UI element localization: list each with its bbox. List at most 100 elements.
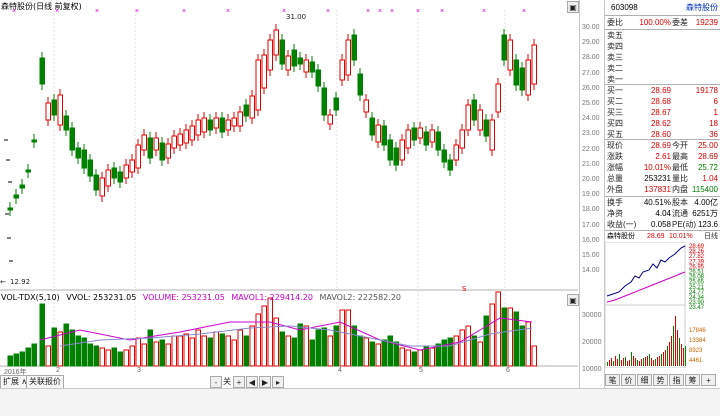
candle[interactable]: [231, 117, 237, 127]
event-x-marker[interactable]: ×: [135, 8, 139, 15]
candle[interactable]: [435, 131, 441, 151]
candle[interactable]: [57, 94, 63, 126]
candle[interactable]: [357, 73, 363, 96]
candle[interactable]: [369, 117, 375, 136]
right-tab-0[interactable]: 笔: [605, 374, 620, 386]
candle[interactable]: [441, 149, 447, 163]
candle[interactable]: [447, 159, 453, 171]
buy-row[interactable]: 买三 28.67 1: [607, 107, 718, 118]
buy-row[interactable]: 买二 28.68 6: [607, 96, 718, 107]
candle[interactable]: [213, 117, 219, 129]
candle[interactable]: [513, 59, 519, 86]
trading-tab-label[interactable]: 关: [223, 376, 231, 387]
candle[interactable]: [219, 117, 225, 133]
candle[interactable]: [75, 147, 81, 159]
sell-row[interactable]: 卖三: [607, 52, 718, 63]
candle[interactable]: [207, 119, 213, 131]
candle[interactable]: [183, 129, 189, 144]
candle[interactable]: [81, 149, 87, 169]
mini-trend-chart[interactable]: 28.6928.2627.8227.3926.9526.5126.0825.65…: [605, 242, 719, 368]
candle[interactable]: [201, 117, 207, 133]
event-x-marker[interactable]: ×: [440, 8, 444, 15]
zoom-out-button[interactable]: -: [210, 376, 222, 388]
candle[interactable]: [333, 97, 339, 111]
right-tab-6[interactable]: +: [701, 374, 716, 386]
right-tab-5[interactable]: 筹: [685, 374, 700, 386]
candle[interactable]: [39, 57, 45, 85]
candle[interactable]: [411, 127, 417, 141]
candle[interactable]: [375, 124, 381, 143]
candle[interactable]: [177, 133, 183, 146]
kline-svg[interactable]: × × × × × × × × × × × × × × ×: [0, 0, 578, 388]
event-x-marker[interactable]: ×: [416, 8, 420, 15]
candle[interactable]: [51, 99, 57, 116]
candle[interactable]: [393, 147, 399, 166]
candle[interactable]: [501, 34, 507, 61]
candle[interactable]: [297, 57, 303, 65]
vol-expand-icon[interactable]: ▣: [567, 294, 579, 306]
right-tab-3[interactable]: 势: [653, 374, 668, 386]
sell-row[interactable]: 卖二: [607, 63, 718, 74]
right-tab-4[interactable]: 指: [669, 374, 684, 386]
event-x-marker[interactable]: ×: [482, 8, 486, 15]
candle[interactable]: [303, 59, 309, 73]
event-x-marker[interactable]: ×: [378, 8, 382, 15]
candle[interactable]: [381, 125, 387, 146]
candle[interactable]: [195, 119, 201, 136]
candle[interactable]: [45, 102, 51, 121]
candle[interactable]: [159, 142, 165, 161]
candle[interactable]: [525, 59, 531, 96]
candle[interactable]: [165, 143, 171, 159]
candle[interactable]: [25, 169, 31, 173]
event-x-marker[interactable]: ×: [95, 8, 99, 15]
candle[interactable]: [459, 129, 465, 149]
candle[interactable]: [345, 39, 351, 76]
candle[interactable]: [519, 67, 525, 91]
candle[interactable]: [13, 194, 19, 199]
event-marker[interactable]: S: [462, 285, 466, 293]
candle[interactable]: [279, 39, 285, 65]
candle[interactable]: [63, 115, 69, 131]
candle[interactable]: [31, 139, 37, 143]
candle[interactable]: [339, 59, 345, 81]
candle[interactable]: [423, 131, 429, 146]
kline-chart-area[interactable]: 森特股份(日线 前复权) × × × × × × × × × × × × × × × 31.00 ← 12.…: [0, 0, 580, 389]
candle[interactable]: [171, 135, 177, 149]
candle[interactable]: [69, 127, 75, 151]
candle[interactable]: [135, 144, 141, 169]
tab-related-quotes[interactable]: 关联报价: [26, 375, 64, 389]
candle[interactable]: [429, 129, 435, 143]
event-x-marker[interactable]: ×: [12, 8, 16, 15]
right-tab-2[interactable]: 细: [637, 374, 652, 386]
candle[interactable]: [111, 167, 117, 179]
candle[interactable]: [417, 127, 423, 139]
candle[interactable]: [129, 159, 135, 173]
sell-row[interactable]: 卖四: [607, 41, 718, 52]
event-x-marker[interactable]: ×: [226, 8, 230, 15]
candle[interactable]: [117, 171, 123, 183]
scroll-left-button[interactable]: ◀: [246, 376, 258, 388]
candle[interactable]: [237, 111, 243, 127]
candle[interactable]: [255, 59, 261, 111]
candle[interactable]: [285, 55, 291, 71]
candle[interactable]: [405, 129, 411, 149]
candle[interactable]: [327, 114, 333, 125]
expand-icon[interactable]: ▣: [567, 1, 579, 13]
buy-row[interactable]: 买四 28.62 18: [607, 118, 718, 129]
candle[interactable]: [495, 83, 501, 113]
candle[interactable]: [489, 119, 495, 151]
event-x-marker[interactable]: ×: [182, 8, 186, 15]
candle[interactable]: [453, 144, 459, 161]
candle[interactable]: [477, 109, 483, 131]
candle[interactable]: [93, 174, 99, 191]
candle[interactable]: [7, 207, 13, 211]
candle[interactable]: [249, 95, 255, 119]
candle[interactable]: [273, 29, 279, 56]
candle[interactable]: [483, 119, 489, 137]
candle[interactable]: [147, 137, 153, 159]
candle[interactable]: [19, 184, 25, 189]
extra-button[interactable]: ▸: [272, 376, 284, 388]
candle[interactable]: [531, 44, 537, 85]
candle[interactable]: [387, 139, 393, 161]
candle[interactable]: [225, 119, 231, 131]
